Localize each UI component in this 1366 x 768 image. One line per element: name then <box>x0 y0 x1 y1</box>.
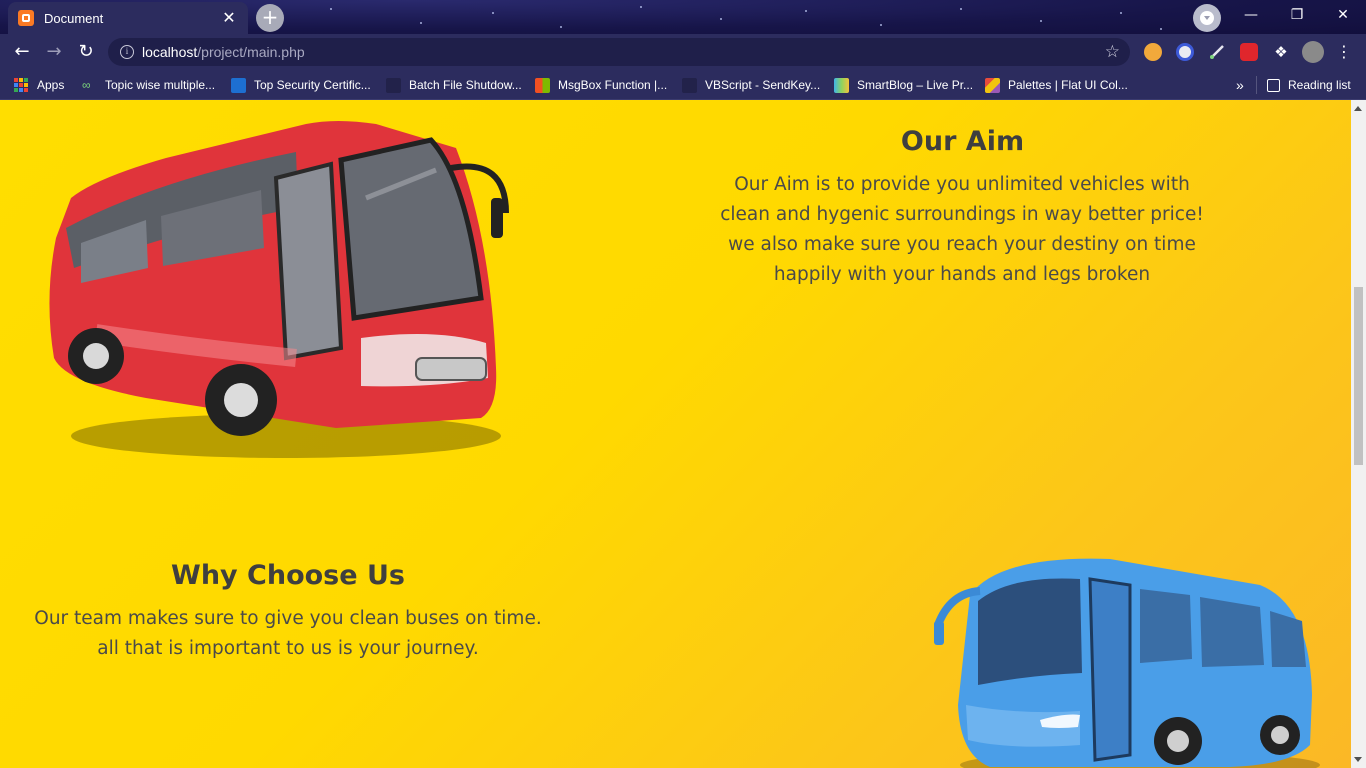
bookmark-vbscript[interactable]: VBScript - SendKey... <box>682 77 820 93</box>
page-icon <box>386 77 401 93</box>
menu-kebab-icon[interactable]: ⋮ <box>1330 38 1358 66</box>
blue-bus-image <box>934 558 1320 768</box>
extension-pen-icon[interactable] <box>1208 43 1226 61</box>
aim-text: Our Aim is to provide you unlimited vehi… <box>720 174 1204 285</box>
profile-avatar[interactable] <box>1302 41 1324 63</box>
extension-red-icon[interactable] <box>1240 43 1258 61</box>
page-scrollbar[interactable] <box>1351 100 1366 768</box>
forward-button[interactable]: → <box>40 38 68 66</box>
address-bar[interactable]: i localhost/project/main.php ☆ <box>108 38 1130 66</box>
xampp-favicon-icon <box>18 10 34 26</box>
microsoft-icon <box>535 77 550 93</box>
page-viewport: Our Aim Our Aim is to provide you unlimi… <box>0 100 1351 768</box>
chevron-down-icon <box>1200 11 1214 25</box>
bookmarks-bar: Apps ∞ Topic wise multiple... Top Securi… <box>0 70 1366 100</box>
bookmark-smartblog[interactable]: SmartBlog – Live Pr... <box>834 77 973 93</box>
tab-title: Document <box>44 10 104 26</box>
tab-search-button[interactable] <box>1193 4 1221 32</box>
bookmark-batch-file[interactable]: Batch File Shutdow... <box>386 77 522 93</box>
bookmark-apps[interactable]: Apps <box>14 77 64 93</box>
bookmark-palettes[interactable]: Palettes | Flat UI Col... <box>985 77 1128 93</box>
reading-list-icon <box>1267 78 1280 92</box>
bookmarks-divider <box>1256 76 1257 94</box>
extension-block-icon[interactable] <box>1176 43 1194 61</box>
bookmarks-overflow-button[interactable]: » <box>1236 77 1244 93</box>
bookmark-topic-wise[interactable]: ∞ Topic wise multiple... <box>82 77 215 93</box>
scroll-down-arrow-icon[interactable] <box>1354 757 1362 762</box>
restore-button[interactable]: ❐ <box>1274 0 1320 30</box>
bookmark-msgbox[interactable]: MsgBox Function |... <box>535 77 667 93</box>
browser-toolbar: ← → ↻ i localhost/project/main.php ☆ ❖ ⋮ <box>0 34 1366 70</box>
scrollbar-thumb[interactable] <box>1354 287 1363 465</box>
chain-link-icon: ∞ <box>82 77 91 92</box>
reading-list-button[interactable]: Reading list <box>1267 77 1351 93</box>
page-icon <box>682 77 697 93</box>
extensions-puzzle-icon[interactable]: ❖ <box>1272 43 1290 61</box>
red-bus-image <box>49 121 509 458</box>
apps-grid-icon <box>14 78 28 92</box>
tab-document[interactable]: Document ✕ <box>8 2 248 34</box>
bookmark-star-icon[interactable]: ☆ <box>1105 42 1120 62</box>
new-tab-button[interactable]: + <box>256 4 284 32</box>
bookmark-security-cert[interactable]: Top Security Certific... <box>231 77 371 93</box>
scroll-up-arrow-icon[interactable] <box>1354 106 1362 111</box>
reload-button[interactable]: ↻ <box>72 38 100 66</box>
smartblog-icon <box>834 77 849 93</box>
extension-owl-icon[interactable] <box>1144 43 1162 61</box>
aim-title: Our Aim <box>900 126 1025 157</box>
close-window-button[interactable]: ✕ <box>1320 0 1366 30</box>
why-title: Why Choose Us <box>171 560 405 591</box>
site-icon <box>231 77 246 93</box>
url-path: /project/main.php <box>197 44 305 60</box>
why-text: Our team makes sure to give you clean bu… <box>34 608 542 659</box>
palette-icon <box>985 77 1000 93</box>
url-host: localhost <box>142 44 198 60</box>
minimize-button[interactable]: — <box>1228 0 1274 30</box>
back-button[interactable]: ← <box>8 38 36 66</box>
tab-close-icon[interactable]: ✕ <box>220 9 238 27</box>
site-info-icon[interactable]: i <box>120 45 134 59</box>
tab-strip: Document ✕ + — ❐ ✕ <box>0 0 1366 34</box>
